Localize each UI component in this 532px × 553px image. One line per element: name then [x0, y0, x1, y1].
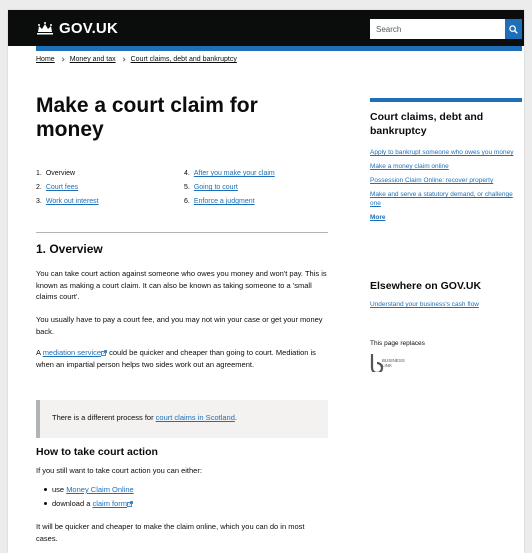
overview-paragraph-2: You usually have to pay a court fee, and… [36, 315, 323, 336]
contents-number: 4. [184, 170, 190, 177]
contents-item: 4. After you make your claim [184, 170, 332, 177]
contents-number: 3. [36, 198, 42, 205]
site-header: GOV.UK [8, 10, 524, 46]
browser-page: GOV.UK Home Money and tax Court claims, … [8, 10, 524, 553]
closing-paragraph: It will be quicker and cheaper to make t… [36, 522, 305, 543]
bullet-icon [44, 488, 47, 491]
list-item: use Money Claim Online [44, 485, 328, 494]
contents-number: 6. [184, 198, 190, 205]
breadcrumb-court-claims[interactable]: Court claims, debt and bankruptcy [131, 56, 237, 63]
claim-form-link[interactable]: claim form [92, 499, 127, 508]
overview-paragraph-1: You can take court action against someon… [36, 269, 327, 301]
sidebar-links: Apply to bankrupt someone who owes you m… [370, 148, 515, 227]
contents-link-going-to-court[interactable]: Going to court [194, 184, 238, 191]
inset-text: There is a different process for court c… [36, 400, 328, 438]
contents-link-after-claim[interactable]: After you make your claim [194, 170, 275, 177]
bullet-icon [44, 502, 47, 505]
sidebar-link-bankrupt[interactable]: Apply to bankrupt someone who owes you m… [370, 149, 513, 156]
sidebar-title: Court claims, debt and bankruptcy [370, 111, 484, 137]
contents-item: 2. Court fees [36, 184, 184, 191]
mediation-link[interactable]: mediation service [43, 348, 101, 357]
cash-flow-link[interactable]: Understand your business's cash flow [370, 301, 479, 308]
crown-icon [37, 22, 53, 35]
inset-prefix: There is a different process for [52, 413, 156, 422]
contents-link-enforce[interactable]: Enforce a judgment [194, 198, 255, 205]
contents-number: 1. [36, 170, 42, 177]
breadcrumb-home[interactable]: Home [36, 56, 55, 63]
contents-number: 2. [36, 184, 42, 191]
contents-item: 1. Overview [36, 170, 184, 177]
inset-suffix: . [234, 413, 237, 422]
bullet-prefix: download a [52, 499, 93, 508]
list-item: More [370, 213, 515, 222]
sidebar-link-money-claim[interactable]: Make a money claim online [370, 163, 449, 170]
sidebar-link-statutory-demand[interactable]: Make and serve a statutory demand, or ch… [370, 191, 513, 207]
list-item: Possession Claim Online: recover propert… [370, 176, 515, 185]
list-item: Make and serve a statutory demand, or ch… [370, 190, 515, 208]
sidebar-accent-bar [370, 98, 522, 102]
contents-link-interest[interactable]: Work out interest [46, 198, 99, 205]
options-list: use Money Claim Online download a claim … [44, 485, 328, 513]
sidebar-more-link[interactable]: More [370, 214, 386, 221]
contents-item: 6. Enforce a judgment [184, 198, 332, 205]
elsewhere-title: Elsewhere on GOV.UK [370, 280, 482, 292]
list-item: Make a money claim online [370, 162, 515, 171]
bl-logo-line-2: LINK [382, 363, 392, 368]
contents-link-court-fees[interactable]: Court fees [46, 184, 78, 191]
contents-current: Overview [45, 170, 76, 177]
list-item: download a claim form [44, 499, 328, 508]
page-title: Make a court claim for money [36, 94, 258, 141]
search-icon [509, 24, 518, 34]
scotland-link[interactable]: court claims in Scotland [156, 413, 235, 422]
list-item: Apply to bankrupt someone who owes you m… [370, 148, 515, 157]
contents-list: 1. Overview 4. After you make your claim 2… [36, 170, 336, 205]
section-heading: 1. Overview [36, 242, 103, 256]
breadcrumb-money-and-tax[interactable]: Money and tax [70, 56, 116, 63]
search-button[interactable] [505, 19, 522, 39]
logo-text: GOV.UK [59, 19, 118, 37]
search-form [370, 19, 522, 39]
contents-item: 3. Work out interest [36, 198, 184, 205]
chevron-right-icon [120, 57, 126, 62]
money-claim-online-link[interactable]: Money Claim Online [66, 485, 134, 494]
search-input[interactable] [370, 19, 505, 39]
sidebar-link-possession[interactable]: Possession Claim Online: recover propert… [370, 177, 493, 184]
section-divider [36, 232, 328, 233]
subheading: How to take court action [36, 446, 158, 458]
business-link-logo: BUSINESS LINK [370, 354, 405, 372]
contents-number: 5. [184, 184, 190, 191]
bullet-prefix: use [52, 485, 67, 494]
external-link-icon [127, 501, 133, 507]
breadcrumb: Home Money and tax Court claims, debt an… [36, 56, 237, 63]
contents-item: 5. Going to court [184, 184, 332, 191]
overview-paragraph-3: A mediation service could be quicker and… [36, 347, 328, 370]
govuk-logo[interactable]: GOV.UK [36, 18, 118, 38]
instruction-paragraph: If you still want to take court action y… [36, 466, 202, 475]
header-accent-bar [36, 46, 522, 51]
chevron-right-icon [60, 57, 65, 62]
text-prefix: A [36, 348, 43, 357]
replaces-label: This page replaces [370, 340, 425, 347]
